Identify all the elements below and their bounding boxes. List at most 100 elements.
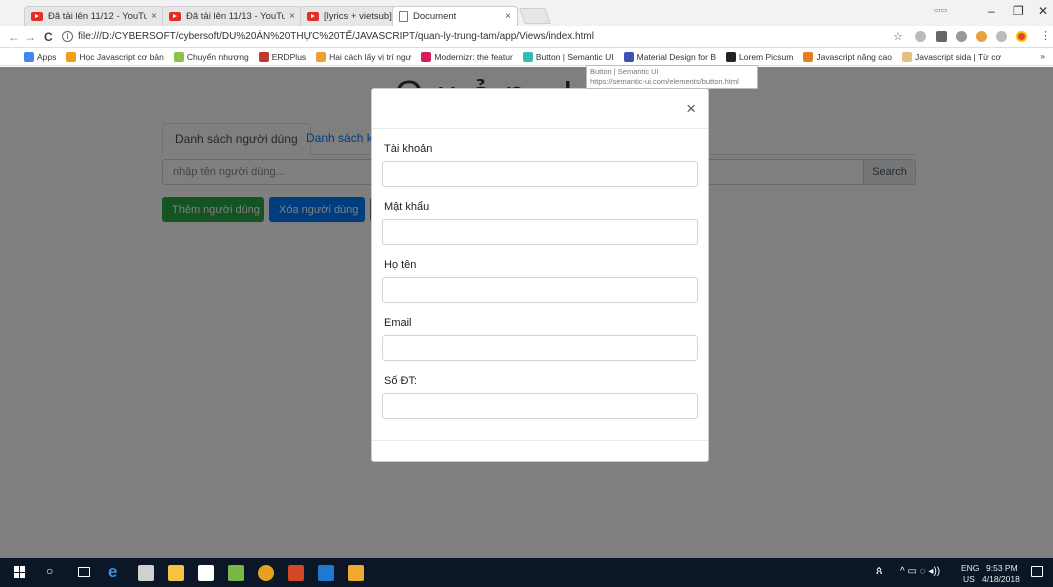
address-bar: ← → C i file:///D:/CYBERSOFT/cybersoft/D…: [0, 26, 1053, 48]
youtube-icon: [307, 12, 319, 21]
tab-title: Đã tải lên 11/12 - YouTu: [48, 11, 148, 22]
bookmark-label: Javascript sida | Từ cơ: [914, 51, 1002, 62]
powerpoint-icon[interactable]: [288, 565, 304, 581]
tab-close-icon[interactable]: ×: [505, 11, 511, 22]
bookmark-item[interactable]: Hai cách lấy vị trí ngư: [316, 51, 412, 62]
u-icon: [726, 51, 737, 62]
js-icon: [316, 51, 327, 62]
clock-date: 4/18/2018: [982, 574, 1020, 584]
chrome-icon[interactable]: [258, 565, 274, 581]
er-icon: [258, 51, 269, 62]
clock-time[interactable]: 9:53 PM: [986, 563, 1018, 573]
bookmark-label: Apps: [37, 51, 57, 62]
document-icon: [399, 11, 408, 22]
form-group-email: Email: [382, 303, 698, 361]
tray-icons[interactable]: ^ ▭ ◌ ◂)): [900, 566, 940, 577]
forward-arrow-icon[interactable]: →: [24, 30, 36, 44]
store-icon[interactable]: [198, 565, 214, 581]
vscode-icon[interactable]: [318, 565, 334, 581]
tab-title: Đã tải lên 11/13 - YouTu: [186, 11, 286, 22]
maximize-icon[interactable]: ❐: [1013, 4, 1024, 18]
bookmark-item[interactable]: Javascript nâng cao: [803, 51, 892, 62]
back-arrow-icon[interactable]: ←: [8, 30, 20, 44]
bookmark-item[interactable]: Modernizr: the featur: [421, 51, 513, 62]
sublime-icon[interactable]: [348, 565, 364, 581]
extension-icon[interactable]: [996, 31, 1007, 42]
region-indicator: US: [963, 574, 975, 584]
email-label: Email: [384, 317, 412, 329]
bookmark-item[interactable]: Javascript sida | Từ cơ: [901, 51, 1002, 62]
tab-close-icon[interactable]: ×: [151, 11, 157, 22]
fullname-input[interactable]: [382, 277, 698, 303]
phone-input[interactable]: [382, 393, 698, 419]
extension-icon[interactable]: [956, 31, 967, 42]
bookmark-item[interactable]: Chuyển nhượng: [173, 51, 249, 62]
new-tab-button[interactable]: [519, 8, 551, 24]
windows-start-icon[interactable]: [14, 566, 26, 578]
modal-header: ×: [372, 89, 708, 129]
tooltip-url: https://semantic-ui.com/elements/button.…: [590, 77, 739, 86]
url-field[interactable]: i file:///D:/CYBERSOFT/cybersoft/DU%20ÁN…: [62, 28, 862, 45]
mdb-icon: [623, 51, 634, 62]
account-input[interactable]: [382, 161, 698, 187]
tools-icon[interactable]: [228, 565, 244, 581]
youtube-icon: [31, 12, 43, 21]
bookmarks-bar: Apps Học Javascript cơ bản Chuyển nhượng ER…: [0, 48, 1053, 66]
extension-icon[interactable]: [976, 31, 987, 42]
edge-icon[interactable]: e: [108, 562, 117, 582]
bookmark-label: Hai cách lấy vị trí ngư: [329, 51, 412, 62]
close-icon[interactable]: ✕: [1038, 4, 1048, 18]
tab-title: Document: [413, 11, 457, 22]
minimize-icon[interactable]: –: [988, 4, 995, 18]
bookmark-label: ERDPlus: [271, 51, 307, 62]
search-icon[interactable]: ○: [46, 564, 53, 578]
j-icon: [66, 51, 77, 62]
windows-taskbar: ○ e ጰ ^ ▭ ◌ ◂)) ENG US 9:53 PM 4/18/2018: [0, 558, 1053, 587]
fullname-label: Họ tên: [384, 259, 417, 271]
menu-icon[interactable]: ⋮: [1040, 29, 1051, 42]
bookmark-item[interactable]: Apps: [24, 51, 57, 62]
network-app-icon[interactable]: [138, 565, 154, 581]
bookmark-label: Modernizr: the featur: [434, 51, 513, 62]
people-icon[interactable]: ጰ: [876, 565, 883, 578]
add-user-modal: × Tài khoản Mật khẩu Họ tên Email Số ĐT:: [371, 88, 709, 462]
profile-badge[interactable]: ▭▭: [934, 6, 947, 14]
file-explorer-icon[interactable]: [168, 565, 184, 581]
bookmark-item[interactable]: Button | Semantic UI: [522, 51, 614, 62]
bookmark-item[interactable]: Học Javascript cơ bản: [66, 51, 164, 62]
info-icon[interactable]: i: [62, 31, 73, 42]
extension-icon[interactable]: [936, 31, 947, 42]
tab-close-icon[interactable]: ×: [289, 11, 295, 22]
vj-icon: [803, 51, 814, 62]
bookmark-item[interactable]: ERDPlus: [258, 51, 307, 62]
form-group-account: Tài khoản: [382, 129, 698, 187]
bookmark-item[interactable]: Material Design for B: [623, 51, 717, 62]
password-input[interactable]: [382, 219, 698, 245]
modal-close-button[interactable]: ×: [686, 99, 696, 119]
bookmark-label: Lorem Picsum: [739, 51, 794, 62]
leaf-icon: [173, 51, 184, 62]
semantic-icon: [522, 51, 533, 62]
bookmark-label: Học Javascript cơ bản: [79, 51, 164, 62]
bookmark-label: Material Design for B: [636, 51, 717, 62]
extension-icon[interactable]: [915, 31, 926, 42]
chrome-extension-icon[interactable]: [1016, 31, 1027, 42]
modal-footer: [372, 440, 708, 461]
bookmarks-overflow-icon[interactable]: »: [1040, 51, 1045, 61]
browser-tab-2[interactable]: Đã tải lên 11/13 - YouTu ×: [162, 6, 302, 26]
task-view-icon[interactable]: [78, 567, 90, 577]
url-text: file:///D:/CYBERSOFT/cybersoft/DU%20ÁN%2…: [78, 31, 594, 42]
password-label: Mật khẩu: [384, 201, 430, 213]
star-icon[interactable]: ☆: [893, 30, 903, 43]
browser-tab-active[interactable]: Document ×: [392, 6, 518, 26]
youtube-icon: [169, 12, 181, 21]
browser-tab-1[interactable]: Đã tải lên 11/12 - YouTu ×: [24, 6, 164, 26]
email-input[interactable]: [382, 335, 698, 361]
language-indicator[interactable]: ENG: [961, 563, 979, 573]
bookmark-item[interactable]: Lorem Picsum: [726, 51, 794, 62]
account-label: Tài khoản: [384, 143, 433, 155]
form-group-phone: Số ĐT:: [382, 361, 698, 419]
notification-icon[interactable]: [1031, 566, 1043, 577]
reload-icon[interactable]: C: [44, 30, 53, 44]
bookmark-label: Button | Semantic UI: [535, 51, 614, 62]
